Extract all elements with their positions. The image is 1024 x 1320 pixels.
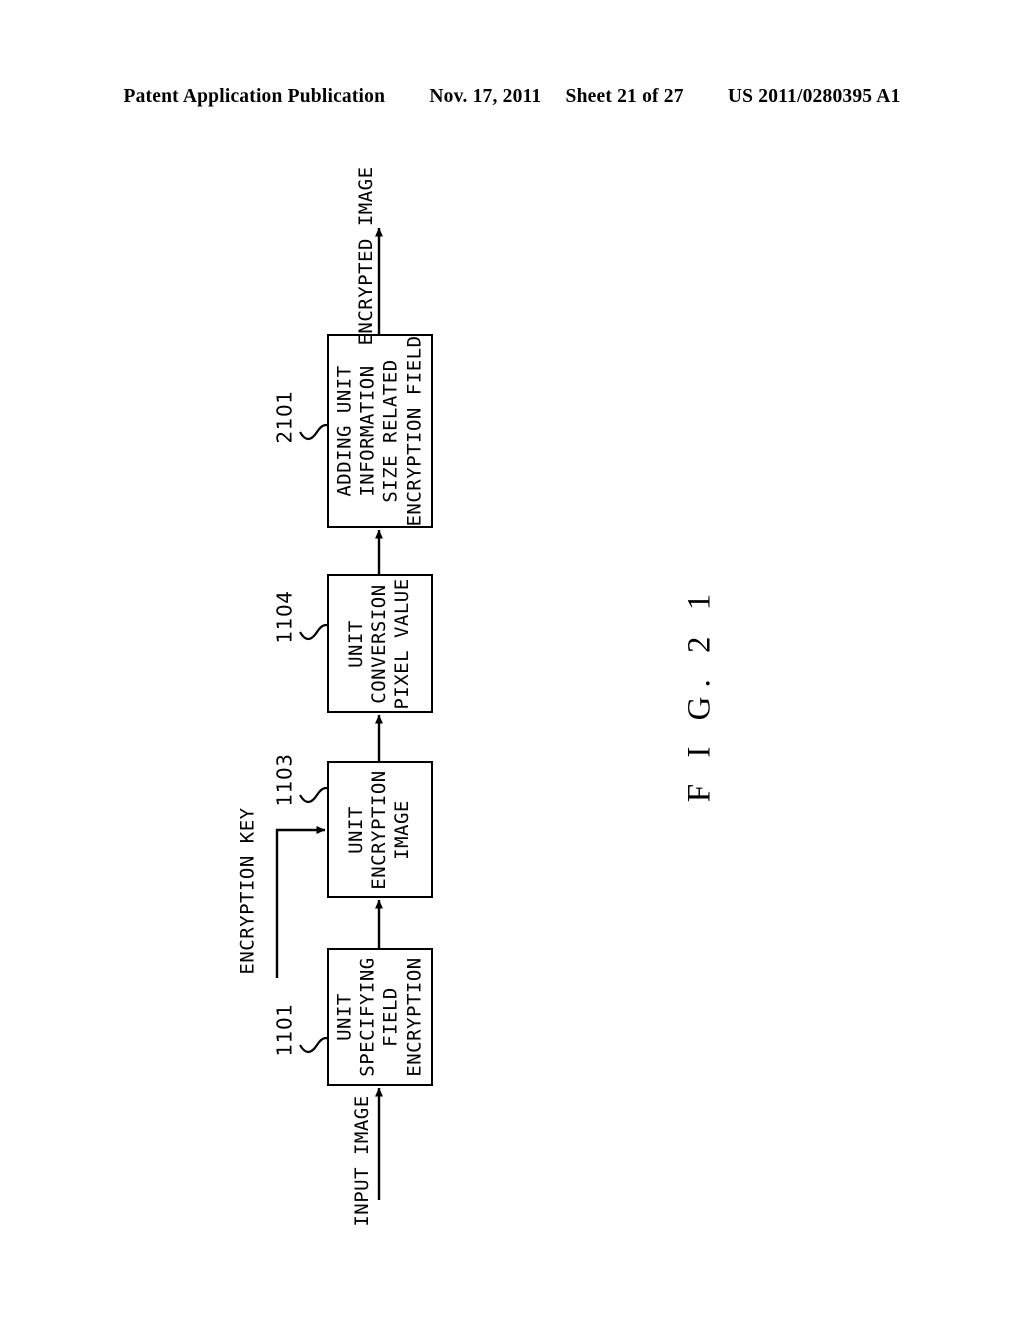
block-2101-line-3: INFORMATION: [356, 365, 379, 497]
block-1104-label: PIXEL VALUE CONVERSION UNIT: [345, 578, 415, 709]
block-1104-line-1: PIXEL VALUE: [391, 577, 414, 710]
block-encryption-field-specifying-unit: ENCRYPTION FIELD SPECIFYING UNIT: [327, 948, 433, 1086]
block-pixel-value-conversion-unit: PIXEL VALUE CONVERSION UNIT: [327, 574, 433, 713]
block-1101-label: ENCRYPTION FIELD SPECIFYING UNIT: [334, 957, 427, 1076]
block-2101-line-2: SIZE RELATED: [380, 359, 402, 503]
block-1101-line-2: FIELD: [380, 987, 402, 1047]
block-2101-line-4: ADDING UNIT: [333, 365, 356, 497]
arrow-encryption-key: [275, 826, 326, 978]
block-1101-line-4: UNIT: [333, 993, 356, 1041]
block-2101-label: ENCRYPTION FIELD SIZE RELATED INFORMATIO…: [334, 335, 427, 526]
block-1103-label: IMAGE ENCRYPTION UNIT: [345, 770, 415, 889]
label-encrypted-image: ENCRYPTED IMAGE: [355, 166, 377, 346]
block-1104-line-3: UNIT: [345, 619, 368, 668]
block-1103-line-2: ENCRYPTION: [368, 769, 391, 890]
ref-num-1104: 1104: [272, 590, 297, 644]
block-1103-line-3: UNIT: [345, 805, 368, 854]
block-2101-line-1: ENCRYPTION FIELD: [403, 335, 426, 527]
block-1101-line-3: SPECIFYING: [356, 957, 379, 1077]
label-encryption-key: ENCRYPTION KEY: [236, 807, 259, 975]
block-image-encryption-unit: IMAGE ENCRYPTION UNIT: [327, 761, 433, 898]
figure-caption: F I G. 2 1: [681, 584, 718, 803]
ref-num-1101: 1101: [272, 1003, 297, 1057]
block-1104-line-2: CONVERSION: [368, 583, 391, 704]
label-input-image: INPUT IMAGE: [351, 1095, 373, 1227]
figure-21-diagram: ENCRYPTION FIELD SIZE RELATED INFORMATIO…: [0, 0, 1024, 1320]
connector-layer: [275, 227, 383, 1200]
ref-num-1103: 1103: [272, 753, 297, 807]
ref-num-2101: 2101: [272, 390, 297, 444]
block-1101-line-1: ENCRYPTION: [403, 957, 426, 1077]
block-encryption-field-size-related-information-adding-unit: ENCRYPTION FIELD SIZE RELATED INFORMATIO…: [327, 334, 433, 528]
block-1103-line-1: IMAGE: [391, 799, 414, 860]
